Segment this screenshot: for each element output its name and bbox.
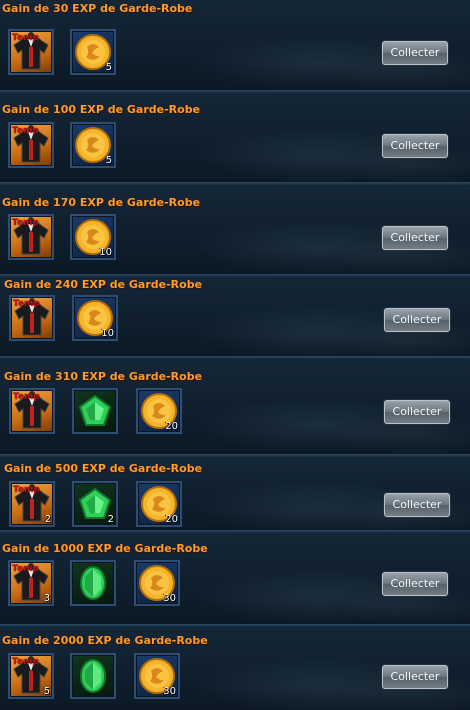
item-quantity: 5 (43, 686, 50, 697)
reward-title: Gain de 170 EXP de Garde-Robe (2, 196, 201, 209)
gold-coin-icon[interactable]: 30 (134, 560, 180, 606)
green-pentagon-gem-icon[interactable]: 2 (72, 481, 118, 527)
reward-title: Gain de 240 EXP de Garde-Robe (4, 278, 203, 291)
outfit-icon[interactable]: Temp 5 (8, 653, 54, 699)
collect-button[interactable]: Collecter (382, 665, 448, 689)
gold-coin-icon[interactable]: 30 (134, 653, 180, 699)
temp-badge: Temp (12, 564, 39, 574)
item-quantity: 2 (44, 514, 51, 525)
collect-button[interactable]: Collecter (382, 134, 448, 158)
reward-row: Gain de 30 EXP de Garde-Robe Temp 5 Coll… (0, 0, 470, 90)
reward-row: Gain de 310 EXP de Garde-Robe Temp 20 Co… (0, 360, 470, 454)
green-pentagon-gem-icon[interactable] (72, 388, 118, 434)
reward-row: Gain de 100 EXP de Garde-Robe Temp 5 Col… (0, 94, 470, 182)
reward-title: Gain de 310 EXP de Garde-Robe (4, 370, 203, 383)
temp-badge: Temp (12, 657, 39, 667)
gold-coin-icon[interactable]: 20 (136, 481, 182, 527)
reward-title: Gain de 100 EXP de Garde-Robe (2, 103, 201, 116)
item-quantity: 5 (105, 62, 112, 73)
temp-badge: Temp (12, 126, 39, 136)
outfit-icon[interactable]: Temp 3 (8, 560, 54, 606)
temp-badge: Temp (12, 218, 39, 228)
reward-row: Gain de 170 EXP de Garde-Robe Temp 10 Co… (0, 186, 470, 274)
collect-button[interactable]: Collecter (384, 308, 450, 332)
reward-title: Gain de 30 EXP de Garde-Robe (2, 2, 193, 15)
gold-coin-icon[interactable]: 10 (72, 295, 118, 341)
item-quantity: 30 (163, 593, 176, 604)
collect-button[interactable]: Collecter (382, 572, 448, 596)
outfit-icon[interactable]: Temp (8, 214, 54, 260)
gold-coin-icon[interactable]: 5 (70, 122, 116, 168)
reward-title: Gain de 2000 EXP de Garde-Robe (2, 634, 208, 647)
collect-button[interactable]: Collecter (384, 400, 450, 424)
reward-row: Gain de 1000 EXP de Garde-Robe Temp 3 30… (0, 534, 470, 624)
reward-row: Gain de 240 EXP de Garde-Robe Temp 10 Co… (0, 278, 470, 356)
reward-title: Gain de 500 EXP de Garde-Robe (4, 462, 203, 475)
gold-coin-icon[interactable]: 5 (70, 29, 116, 75)
item-quantity: 3 (43, 593, 50, 604)
reward-row: Gain de 2000 EXP de Garde-Robe Temp 5 30… (0, 628, 470, 710)
gold-coin-icon[interactable]: 20 (136, 388, 182, 434)
collect-button[interactable]: Collecter (382, 226, 448, 250)
outfit-icon[interactable]: Temp 2 (9, 481, 55, 527)
green-oval-gem-icon[interactable] (70, 653, 116, 699)
collect-button[interactable]: Collecter (384, 493, 450, 517)
outfit-icon[interactable]: Temp (8, 122, 54, 168)
outfit-icon[interactable]: Temp (9, 295, 55, 341)
reward-list: Gain de 30 EXP de Garde-Robe Temp 5 Coll… (0, 0, 470, 710)
outfit-icon[interactable]: Temp (9, 388, 55, 434)
temp-badge: Temp (13, 299, 40, 309)
item-quantity: 10 (99, 247, 112, 258)
item-quantity: 2 (107, 514, 114, 525)
reward-row: Gain de 500 EXP de Garde-Robe Temp 2 2 2… (0, 458, 470, 530)
item-quantity: 5 (105, 155, 112, 166)
item-quantity: 30 (163, 686, 176, 697)
reward-title: Gain de 1000 EXP de Garde-Robe (2, 542, 208, 555)
green-oval-gem-icon[interactable] (70, 560, 116, 606)
item-quantity: 10 (101, 328, 114, 339)
temp-badge: Temp (13, 485, 40, 495)
item-quantity: 20 (165, 421, 178, 432)
outfit-icon[interactable]: Temp (8, 29, 54, 75)
item-quantity: 20 (165, 514, 178, 525)
gold-coin-icon[interactable]: 10 (70, 214, 116, 260)
temp-badge: Temp (13, 392, 40, 402)
temp-badge: Temp (12, 33, 39, 43)
collect-button[interactable]: Collecter (382, 41, 448, 65)
